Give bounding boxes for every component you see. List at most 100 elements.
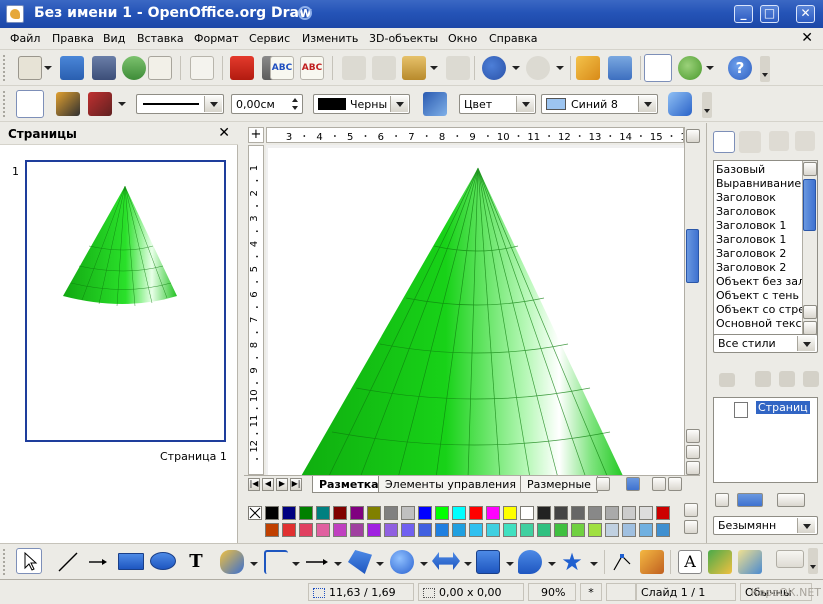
chevron-down-icon[interactable] xyxy=(556,66,564,70)
style-list-item[interactable]: Объект со стре xyxy=(716,303,805,316)
area-fill-icon[interactable] xyxy=(423,92,447,116)
style-list-item[interactable]: Базовый xyxy=(716,163,765,176)
color-swatch[interactable] xyxy=(571,506,585,520)
toolbar-grip[interactable] xyxy=(3,549,7,575)
color-swatch[interactable] xyxy=(401,523,415,537)
style-list[interactable]: Базовый Выравнивание Заголовок Заголовок Заг… xyxy=(713,160,818,338)
spellcheck-icon[interactable]: ABC xyxy=(270,56,294,80)
style-list-item[interactable]: Выравнивание xyxy=(716,177,801,190)
color-swatch[interactable] xyxy=(554,506,568,520)
color-swatch[interactable] xyxy=(469,506,483,520)
tab-layout[interactable]: Разметка xyxy=(312,476,386,493)
chevron-down-icon[interactable] xyxy=(204,96,222,112)
color-swatch[interactable] xyxy=(588,506,602,520)
color-swatch[interactable] xyxy=(622,523,636,537)
style-filter-select[interactable]: Все стили xyxy=(713,334,818,353)
symbol-shapes-icon[interactable] xyxy=(390,550,414,574)
color-swatch[interactable] xyxy=(469,523,483,537)
toolbar-grip[interactable] xyxy=(3,55,7,81)
scroll-left-button[interactable] xyxy=(652,477,666,491)
menu-modify[interactable]: Изменить xyxy=(302,32,358,45)
color-swatch[interactable] xyxy=(435,523,449,537)
next-page-icon[interactable] xyxy=(803,371,819,387)
scroll-up-button[interactable] xyxy=(803,305,817,319)
scroll-left-button[interactable] xyxy=(715,493,729,507)
close-document-button[interactable]: ✕ xyxy=(801,30,813,46)
color-swatch[interactable] xyxy=(316,523,330,537)
style-list-scrollbar[interactable] xyxy=(802,161,817,337)
color-swatch[interactable] xyxy=(384,523,398,537)
next-tab-button[interactable]: ▶ xyxy=(276,478,288,491)
color-swatch[interactable] xyxy=(265,506,279,520)
tab-controls[interactable]: Элементы управления xyxy=(378,476,523,493)
stars-icon[interactable]: ★ xyxy=(560,550,584,574)
lines-arrows-tool-icon[interactable] xyxy=(304,550,328,574)
points-icon[interactable] xyxy=(610,550,634,574)
color-swatch[interactable] xyxy=(333,523,347,537)
fontwork-icon[interactable]: A xyxy=(678,550,702,574)
prev-tab-button[interactable]: ◀ xyxy=(262,478,274,491)
color-swatch[interactable] xyxy=(299,523,313,537)
scroll-up-button[interactable] xyxy=(684,503,698,517)
scroll-left-button[interactable] xyxy=(596,477,610,491)
minimize-button[interactable]: _ xyxy=(734,5,753,23)
style-list-item[interactable]: Объект с тень xyxy=(716,289,799,302)
color-swatch[interactable] xyxy=(656,523,670,537)
export-pdf-icon[interactable] xyxy=(230,56,254,80)
openoffice-draw-app-icon[interactable] xyxy=(6,5,24,23)
chevron-down-icon[interactable] xyxy=(506,562,514,566)
color-swatch[interactable] xyxy=(435,506,449,520)
shadow-icon[interactable] xyxy=(668,92,692,116)
scrollbar-thumb[interactable] xyxy=(803,179,816,231)
style-list-item[interactable]: Заголовок 2 xyxy=(716,247,786,260)
menu-window[interactable]: Окно xyxy=(448,32,477,45)
line-color-select[interactable]: Черны xyxy=(313,94,410,114)
color-swatch[interactable] xyxy=(554,523,568,537)
color-swatch[interactable] xyxy=(537,523,551,537)
navigator-document-select[interactable]: Безымянн xyxy=(713,516,818,535)
chevron-down-icon[interactable] xyxy=(512,66,520,70)
color-swatch[interactable] xyxy=(503,506,517,520)
drawing-canvas[interactable] xyxy=(266,145,684,475)
glue-points-icon[interactable] xyxy=(640,550,664,574)
prev-page-icon[interactable] xyxy=(779,371,795,387)
color-swatch[interactable] xyxy=(622,506,636,520)
line-arrow-tool-icon[interactable] xyxy=(86,550,110,574)
style-list-item[interactable]: Заголовок 1 xyxy=(716,233,786,246)
chevron-down-icon[interactable] xyxy=(638,96,656,112)
navigator-tool-icon[interactable] xyxy=(719,373,735,387)
gallery-icon[interactable] xyxy=(738,550,762,574)
line-style-select[interactable] xyxy=(136,94,224,114)
block-arrows-icon[interactable] xyxy=(432,552,460,570)
paste-icon[interactable] xyxy=(402,56,426,80)
vertical-scrollbar[interactable] xyxy=(684,127,700,475)
color-swatch[interactable] xyxy=(418,506,432,520)
style-list-item[interactable]: Заголовок 1 xyxy=(716,219,786,232)
ruler-corner[interactable]: + xyxy=(248,127,264,143)
color-swatch[interactable] xyxy=(520,523,534,537)
color-swatch[interactable] xyxy=(486,506,500,520)
horizontal-scrollbar[interactable] xyxy=(596,477,684,491)
color-swatch[interactable] xyxy=(350,506,364,520)
color-swatch[interactable] xyxy=(265,523,279,537)
toolbar-overflow-button[interactable] xyxy=(808,548,818,574)
fill-format-icon[interactable] xyxy=(769,131,789,151)
scroll-right-button[interactable] xyxy=(777,493,805,507)
scroll-up-button[interactable] xyxy=(803,162,817,176)
new-style-icon[interactable] xyxy=(795,131,815,151)
select-arrow-icon[interactable] xyxy=(16,548,42,574)
color-swatch[interactable] xyxy=(401,506,415,520)
vertical-ruler[interactable]: 1 2 3 4 5 6 7 8 9 10 11 12 xyxy=(248,145,264,475)
spin-up-icon[interactable] xyxy=(289,96,301,104)
menu-edit[interactable]: Правка xyxy=(52,32,94,45)
tab-dimension-lines[interactable]: Размерные xyxy=(520,476,598,493)
scrollbar-thumb[interactable] xyxy=(737,493,763,507)
color-swatch[interactable] xyxy=(588,523,602,537)
text-tool-icon[interactable]: T xyxy=(184,550,208,574)
page-thumbnail[interactable] xyxy=(25,160,226,442)
navigator-item-page[interactable]: Страниц xyxy=(756,401,810,414)
cone-shape[interactable] xyxy=(268,148,684,475)
scroll-up-button[interactable] xyxy=(686,129,700,143)
color-swatch[interactable] xyxy=(486,523,500,537)
new-document-icon[interactable] xyxy=(18,56,42,80)
